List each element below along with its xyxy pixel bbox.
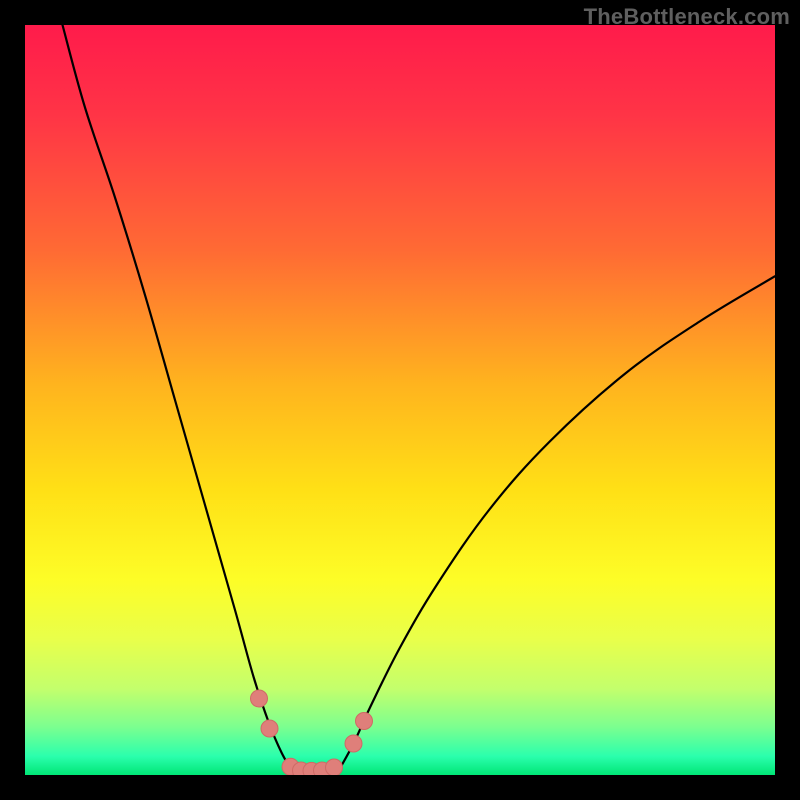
background-gradient [25,25,775,775]
plot-area [25,25,775,775]
chart-frame: TheBottleneck.com [0,0,800,800]
